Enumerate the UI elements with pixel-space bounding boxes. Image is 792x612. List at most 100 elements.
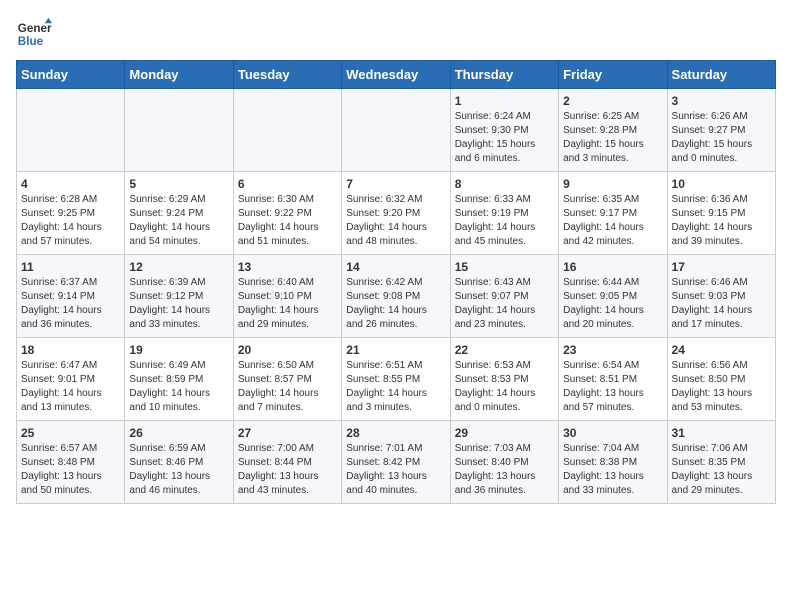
day-info: Sunrise: 6:29 AM Sunset: 9:24 PM Dayligh…	[129, 193, 228, 249]
day-info: Sunrise: 7:01 AM Sunset: 8:42 PM Dayligh…	[346, 442, 445, 498]
day-info: Sunrise: 6:37 AM Sunset: 9:14 PM Dayligh…	[21, 276, 120, 332]
calendar-cell: 11 Sunrise: 6:37 AM Sunset: 9:14 PM Dayli…	[17, 255, 125, 338]
calendar-cell: 9 Sunrise: 6:35 AM Sunset: 9:17 PM Daylig…	[559, 172, 667, 255]
day-number: 2	[563, 94, 662, 108]
day-number: 25	[21, 426, 120, 440]
calendar-week-row: 1Sunrise: 6:24 AM Sunset: 9:30 PM Daylig…	[17, 89, 776, 172]
calendar-cell: 26 Sunrise: 6:59 AM Sunset: 8:46 PM Dayli…	[125, 421, 233, 504]
day-number: 28	[346, 426, 445, 440]
logo-icon: General Blue	[16, 16, 52, 52]
calendar-cell: 18 Sunrise: 6:47 AM Sunset: 9:01 PM Dayli…	[17, 338, 125, 421]
day-info: Sunrise: 7:06 AM Sunset: 8:35 PM Dayligh…	[672, 442, 771, 498]
calendar-cell: 30 Sunrise: 7:04 AM Sunset: 8:38 PM Dayli…	[559, 421, 667, 504]
day-info: Sunrise: 7:04 AM Sunset: 8:38 PM Dayligh…	[563, 442, 662, 498]
day-number: 3	[672, 94, 771, 108]
calendar-cell: 23 Sunrise: 6:54 AM Sunset: 8:51 PM Dayli…	[559, 338, 667, 421]
day-info: Sunrise: 6:33 AM Sunset: 9:19 PM Dayligh…	[455, 193, 554, 249]
calendar-cell	[125, 89, 233, 172]
column-header-wednesday: Wednesday	[342, 61, 450, 89]
calendar-cell: 27Sunrise: 7:00 AM Sunset: 8:44 PM Dayli…	[233, 421, 341, 504]
day-info: Sunrise: 6:46 AM Sunset: 9:03 PM Dayligh…	[672, 276, 771, 332]
calendar-cell: 3Sunrise: 6:26 AM Sunset: 9:27 PM Daylig…	[667, 89, 775, 172]
day-number: 26	[129, 426, 228, 440]
day-number: 23	[563, 343, 662, 357]
day-number: 21	[346, 343, 445, 357]
day-info: Sunrise: 6:54 AM Sunset: 8:51 PM Dayligh…	[563, 359, 662, 415]
day-info: Sunrise: 6:30 AM Sunset: 9:22 PM Dayligh…	[238, 193, 337, 249]
calendar-cell: 1Sunrise: 6:24 AM Sunset: 9:30 PM Daylig…	[450, 89, 558, 172]
column-header-friday: Friday	[559, 61, 667, 89]
day-number: 31	[672, 426, 771, 440]
calendar-cell: 29Sunrise: 7:03 AM Sunset: 8:40 PM Dayli…	[450, 421, 558, 504]
day-number: 20	[238, 343, 337, 357]
day-number: 29	[455, 426, 554, 440]
day-info: Sunrise: 6:57 AM Sunset: 8:48 PM Dayligh…	[21, 442, 120, 498]
calendar-cell: 2 Sunrise: 6:25 AM Sunset: 9:28 PM Daylig…	[559, 89, 667, 172]
day-number: 9	[563, 177, 662, 191]
day-info: Sunrise: 6:39 AM Sunset: 9:12 PM Dayligh…	[129, 276, 228, 332]
day-info: Sunrise: 6:51 AM Sunset: 8:55 PM Dayligh…	[346, 359, 445, 415]
day-info: Sunrise: 6:35 AM Sunset: 9:17 PM Dayligh…	[563, 193, 662, 249]
calendar-cell: 12 Sunrise: 6:39 AM Sunset: 9:12 PM Dayli…	[125, 255, 233, 338]
calendar-header-row: SundayMondayTuesdayWednesdayThursdayFrid…	[17, 61, 776, 89]
day-info: Sunrise: 6:49 AM Sunset: 8:59 PM Dayligh…	[129, 359, 228, 415]
calendar-cell: 20 Sunrise: 6:50 AM Sunset: 8:57 PM Dayli…	[233, 338, 341, 421]
day-number: 16	[563, 260, 662, 274]
day-info: Sunrise: 6:53 AM Sunset: 8:53 PM Dayligh…	[455, 359, 554, 415]
day-info: Sunrise: 6:56 AM Sunset: 8:50 PM Dayligh…	[672, 359, 771, 415]
day-number: 19	[129, 343, 228, 357]
day-number: 12	[129, 260, 228, 274]
day-number: 17	[672, 260, 771, 274]
day-number: 24	[672, 343, 771, 357]
day-number: 18	[21, 343, 120, 357]
calendar-cell: 24 Sunrise: 6:56 AM Sunset: 8:50 PM Dayli…	[667, 338, 775, 421]
day-number: 10	[672, 177, 771, 191]
calendar-week-row: 11 Sunrise: 6:37 AM Sunset: 9:14 PM Dayli…	[17, 255, 776, 338]
calendar-cell: 17 Sunrise: 6:46 AM Sunset: 9:03 PM Dayli…	[667, 255, 775, 338]
calendar-cell	[342, 89, 450, 172]
calendar-cell: 16 Sunrise: 6:44 AM Sunset: 9:05 PM Dayli…	[559, 255, 667, 338]
day-info: Sunrise: 6:25 AM Sunset: 9:28 PM Dayligh…	[563, 110, 662, 166]
day-number: 8	[455, 177, 554, 191]
logo: General Blue	[16, 16, 52, 52]
calendar-cell	[17, 89, 125, 172]
calendar-week-row: 4Sunrise: 6:28 AM Sunset: 9:25 PM Daylig…	[17, 172, 776, 255]
day-number: 22	[455, 343, 554, 357]
calendar-cell: 25 Sunrise: 6:57 AM Sunset: 8:48 PM Dayli…	[17, 421, 125, 504]
svg-text:General: General	[18, 22, 52, 35]
day-info: Sunrise: 6:44 AM Sunset: 9:05 PM Dayligh…	[563, 276, 662, 332]
day-info: Sunrise: 6:28 AM Sunset: 9:25 PM Dayligh…	[21, 193, 120, 249]
header: General Blue	[16, 16, 776, 52]
day-info: Sunrise: 6:59 AM Sunset: 8:46 PM Dayligh…	[129, 442, 228, 498]
column-header-thursday: Thursday	[450, 61, 558, 89]
calendar-cell: 21 Sunrise: 6:51 AM Sunset: 8:55 PM Dayli…	[342, 338, 450, 421]
calendar-cell: 28 Sunrise: 7:01 AM Sunset: 8:42 PM Dayli…	[342, 421, 450, 504]
svg-text:Blue: Blue	[18, 35, 44, 48]
day-number: 5	[129, 177, 228, 191]
day-info: Sunrise: 6:50 AM Sunset: 8:57 PM Dayligh…	[238, 359, 337, 415]
calendar-cell: 10Sunrise: 6:36 AM Sunset: 9:15 PM Dayli…	[667, 172, 775, 255]
column-header-monday: Monday	[125, 61, 233, 89]
calendar-week-row: 25 Sunrise: 6:57 AM Sunset: 8:48 PM Dayli…	[17, 421, 776, 504]
calendar-cell	[233, 89, 341, 172]
day-number: 11	[21, 260, 120, 274]
calendar-cell: 7Sunrise: 6:32 AM Sunset: 9:20 PM Daylig…	[342, 172, 450, 255]
day-number: 6	[238, 177, 337, 191]
calendar-cell: 15Sunrise: 6:43 AM Sunset: 9:07 PM Dayli…	[450, 255, 558, 338]
day-info: Sunrise: 7:00 AM Sunset: 8:44 PM Dayligh…	[238, 442, 337, 498]
day-info: Sunrise: 6:24 AM Sunset: 9:30 PM Dayligh…	[455, 110, 554, 166]
day-info: Sunrise: 6:40 AM Sunset: 9:10 PM Dayligh…	[238, 276, 337, 332]
calendar-cell: 4Sunrise: 6:28 AM Sunset: 9:25 PM Daylig…	[17, 172, 125, 255]
calendar-week-row: 18 Sunrise: 6:47 AM Sunset: 9:01 PM Dayli…	[17, 338, 776, 421]
calendar-cell: 8 Sunrise: 6:33 AM Sunset: 9:19 PM Daylig…	[450, 172, 558, 255]
calendar-cell: 5 Sunrise: 6:29 AM Sunset: 9:24 PM Daylig…	[125, 172, 233, 255]
day-number: 30	[563, 426, 662, 440]
calendar-cell: 31 Sunrise: 7:06 AM Sunset: 8:35 PM Dayli…	[667, 421, 775, 504]
day-info: Sunrise: 6:47 AM Sunset: 9:01 PM Dayligh…	[21, 359, 120, 415]
calendar-cell: 6 Sunrise: 6:30 AM Sunset: 9:22 PM Daylig…	[233, 172, 341, 255]
calendar-cell: 19 Sunrise: 6:49 AM Sunset: 8:59 PM Dayli…	[125, 338, 233, 421]
calendar-table: SundayMondayTuesdayWednesdayThursdayFrid…	[16, 60, 776, 504]
calendar-cell: 22 Sunrise: 6:53 AM Sunset: 8:53 PM Dayli…	[450, 338, 558, 421]
column-header-sunday: Sunday	[17, 61, 125, 89]
day-number: 14	[346, 260, 445, 274]
